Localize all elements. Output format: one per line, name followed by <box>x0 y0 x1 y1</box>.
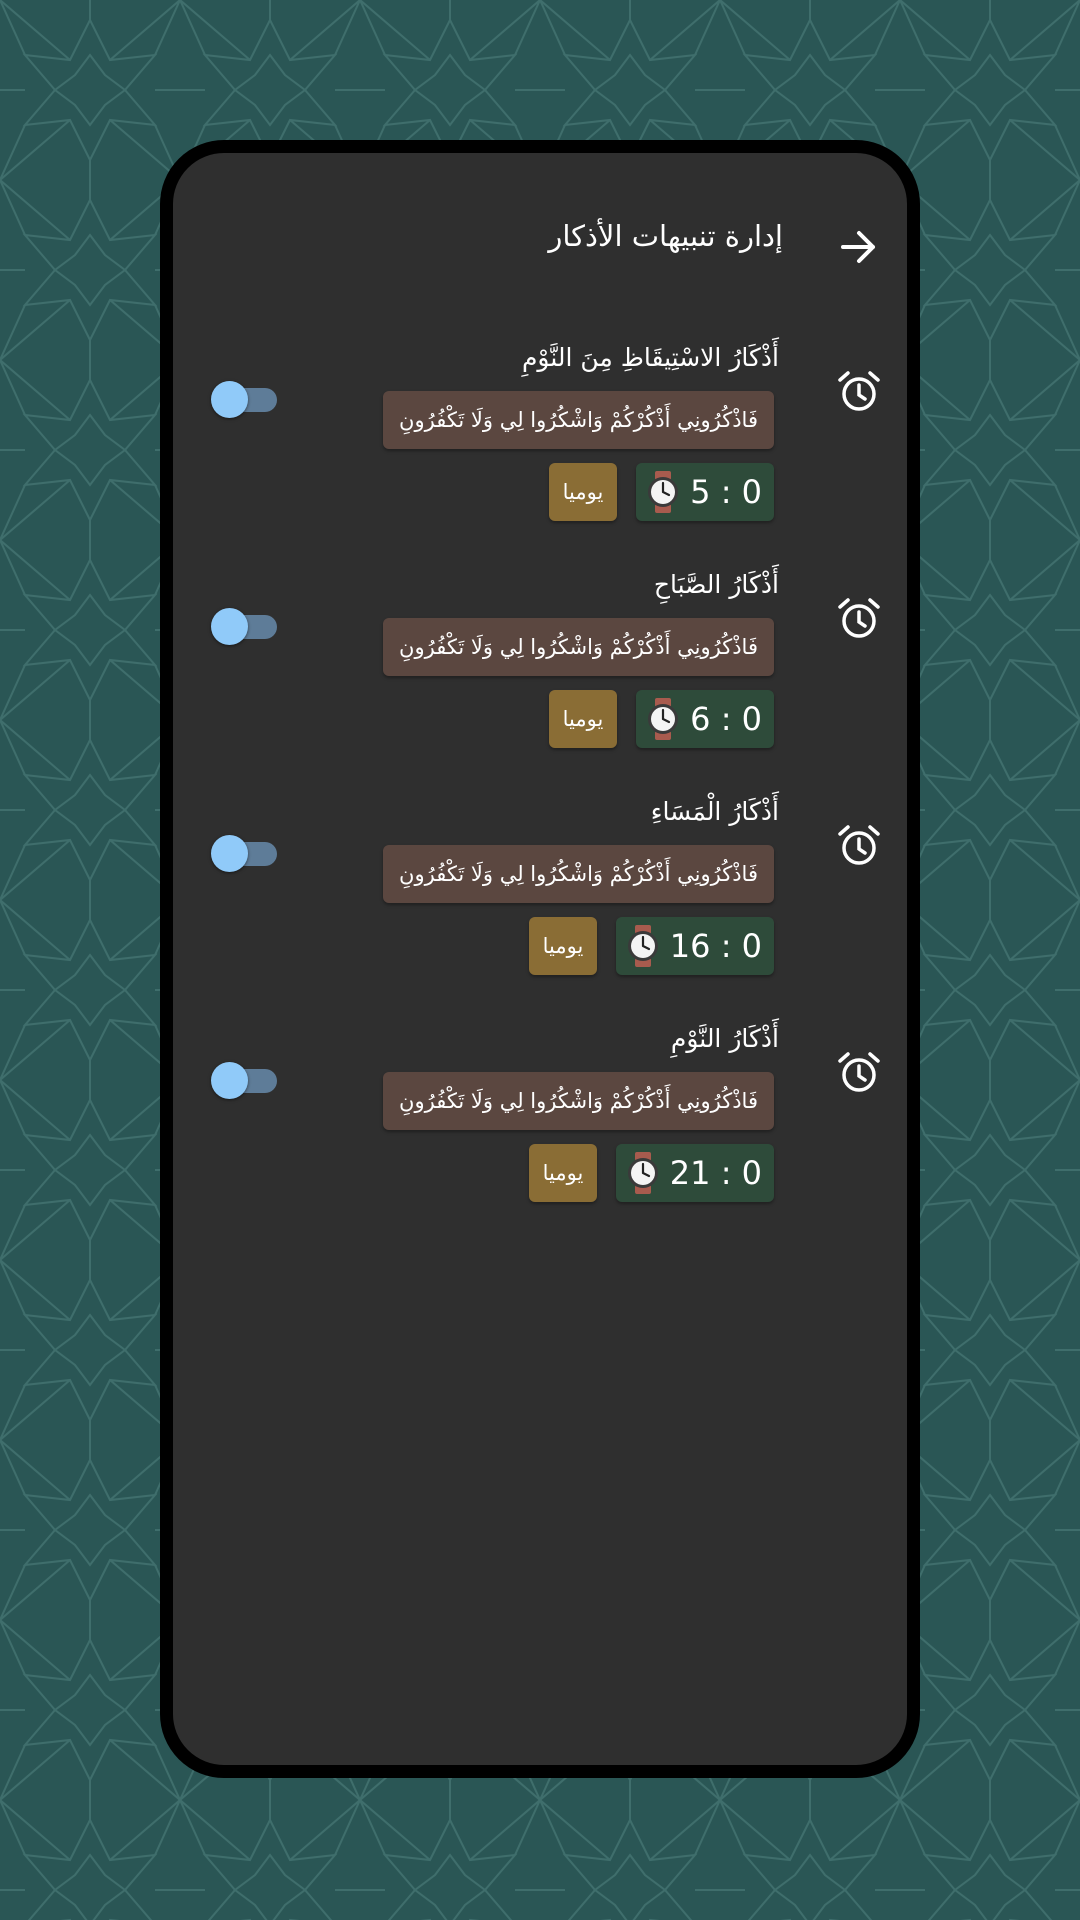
alarm-title: أَذْكَارُ الصَّبَاحِ <box>653 570 779 599</box>
alarm-title: أَذْكَارُ النَّوْمِ <box>670 1024 779 1053</box>
toggle-thumb <box>211 1062 248 1099</box>
time-label: 5 : 0 <box>690 473 762 511</box>
time-chip[interactable]: 6 : 0 <box>636 690 774 748</box>
time-label: 21 : 0 <box>669 1154 762 1192</box>
alarm-toggle[interactable] <box>211 379 279 419</box>
toggle-thumb <box>211 835 248 872</box>
time-label: 16 : 0 <box>669 927 762 965</box>
verse-chip: فَاذْكُرُونِي أَذْكُرْكُمْ وَاشْكُرُوا ل… <box>383 391 774 449</box>
alarm-toggle[interactable] <box>211 606 279 646</box>
alarm-title: أَذْكَارُ الاسْتِيقَاظِ مِنَ النَّوْمِ <box>521 343 779 372</box>
alarm-item: أَذْكَارُ الاسْتِيقَاظِ مِنَ النَّوْمِ ف… <box>173 343 907 553</box>
alarm-toggle[interactable] <box>211 1060 279 1100</box>
alarm-clock-icon <box>838 598 880 638</box>
repeat-chip[interactable]: يوميا <box>529 1144 597 1202</box>
arrow-right-icon[interactable] <box>837 225 881 269</box>
repeat-chip[interactable]: يوميا <box>529 917 597 975</box>
app-panel: إدارة تنبيهات الأذكار أَذْكَارُ الاسْتِي… <box>160 140 920 1778</box>
alarm-item: أَذْكَارُ النَّوْمِ فَاذْكُرُونِي أَذْكُ… <box>173 1024 907 1234</box>
watch-icon <box>627 1152 658 1194</box>
page-title: إدارة تنبيهات الأذكار <box>548 219 783 253</box>
time-chip[interactable]: 5 : 0 <box>636 463 774 521</box>
alarm-title: أَذْكَارُ الْمَسَاءِ <box>650 797 779 826</box>
alarm-toggle[interactable] <box>211 833 279 873</box>
toggle-thumb <box>211 608 248 645</box>
time-chip[interactable]: 16 : 0 <box>615 917 774 975</box>
alarm-item: أَذْكَارُ الصَّبَاحِ فَاذْكُرُونِي أَذْك… <box>173 570 907 780</box>
repeat-chip[interactable]: يوميا <box>549 463 617 521</box>
app-header: إدارة تنبيهات الأذكار <box>173 213 907 273</box>
watch-icon <box>627 925 658 967</box>
repeat-chip[interactable]: يوميا <box>549 690 617 748</box>
watch-icon <box>648 698 679 740</box>
verse-chip: فَاذْكُرُونِي أَذْكُرْكُمْ وَاشْكُرُوا ل… <box>383 618 774 676</box>
time-label: 6 : 0 <box>690 700 762 738</box>
alarm-clock-icon <box>838 371 880 411</box>
alarm-clock-icon <box>838 1052 880 1092</box>
alarm-item: أَذْكَارُ الْمَسَاءِ فَاذْكُرُونِي أَذْك… <box>173 797 907 1007</box>
verse-chip: فَاذْكُرُونِي أَذْكُرْكُمْ وَاشْكُرُوا ل… <box>383 845 774 903</box>
watch-icon <box>648 471 679 513</box>
alarm-clock-icon <box>838 825 880 865</box>
toggle-thumb <box>211 381 248 418</box>
verse-chip: فَاذْكُرُونِي أَذْكُرْكُمْ وَاشْكُرُوا ل… <box>383 1072 774 1130</box>
time-chip[interactable]: 21 : 0 <box>615 1144 774 1202</box>
